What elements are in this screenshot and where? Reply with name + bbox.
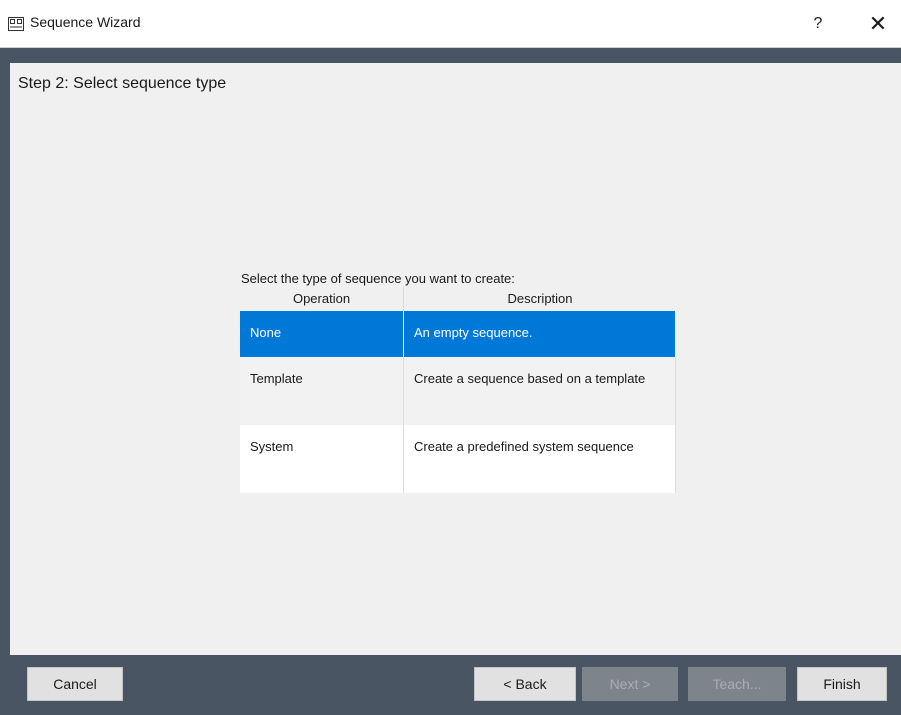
row-description: Create a sequence based on a template: [404, 357, 676, 425]
step-title: Step 2: Select sequence type: [18, 75, 227, 92]
close-button[interactable]: ✕: [858, 6, 898, 42]
table-row-template[interactable]: Template Create a sequence based on a te…: [240, 357, 676, 425]
sequence-type-table: Operation Description None An empty sequ…: [240, 287, 676, 493]
row-description: Create a predefined system sequence: [404, 425, 676, 493]
selection-prompt: Select the type of sequence you want to …: [241, 271, 515, 286]
column-header-description[interactable]: Description: [404, 287, 676, 311]
teach-button[interactable]: Teach...: [688, 667, 786, 701]
cancel-button[interactable]: Cancel: [27, 667, 123, 701]
row-operation: System: [240, 425, 404, 493]
row-operation: None: [240, 311, 404, 357]
next-button[interactable]: Next >: [582, 667, 678, 701]
finish-button[interactable]: Finish: [797, 667, 887, 701]
table-row-none[interactable]: None An empty sequence.: [240, 311, 676, 357]
row-operation: Template: [240, 357, 404, 425]
sequence-wizard-window: Sequence Wizard ? ✕ Step 2: Select seque…: [0, 0, 901, 715]
row-description: An empty sequence.: [404, 311, 676, 357]
column-header-operation[interactable]: Operation: [240, 287, 404, 311]
back-button[interactable]: < Back: [474, 667, 576, 701]
wizard-content: Step 2: Select sequence type Select the …: [10, 63, 901, 655]
wizard-app-icon: [8, 17, 24, 31]
window-title: Sequence Wizard: [30, 14, 141, 30]
button-bar: Cancel < Back Next > Teach... Finish: [10, 655, 901, 715]
title-bar: Sequence Wizard ? ✕: [0, 0, 901, 48]
help-button[interactable]: ?: [800, 6, 836, 42]
table-row-system[interactable]: System Create a predefined system sequen…: [240, 425, 676, 493]
table-header: Operation Description: [240, 287, 676, 311]
